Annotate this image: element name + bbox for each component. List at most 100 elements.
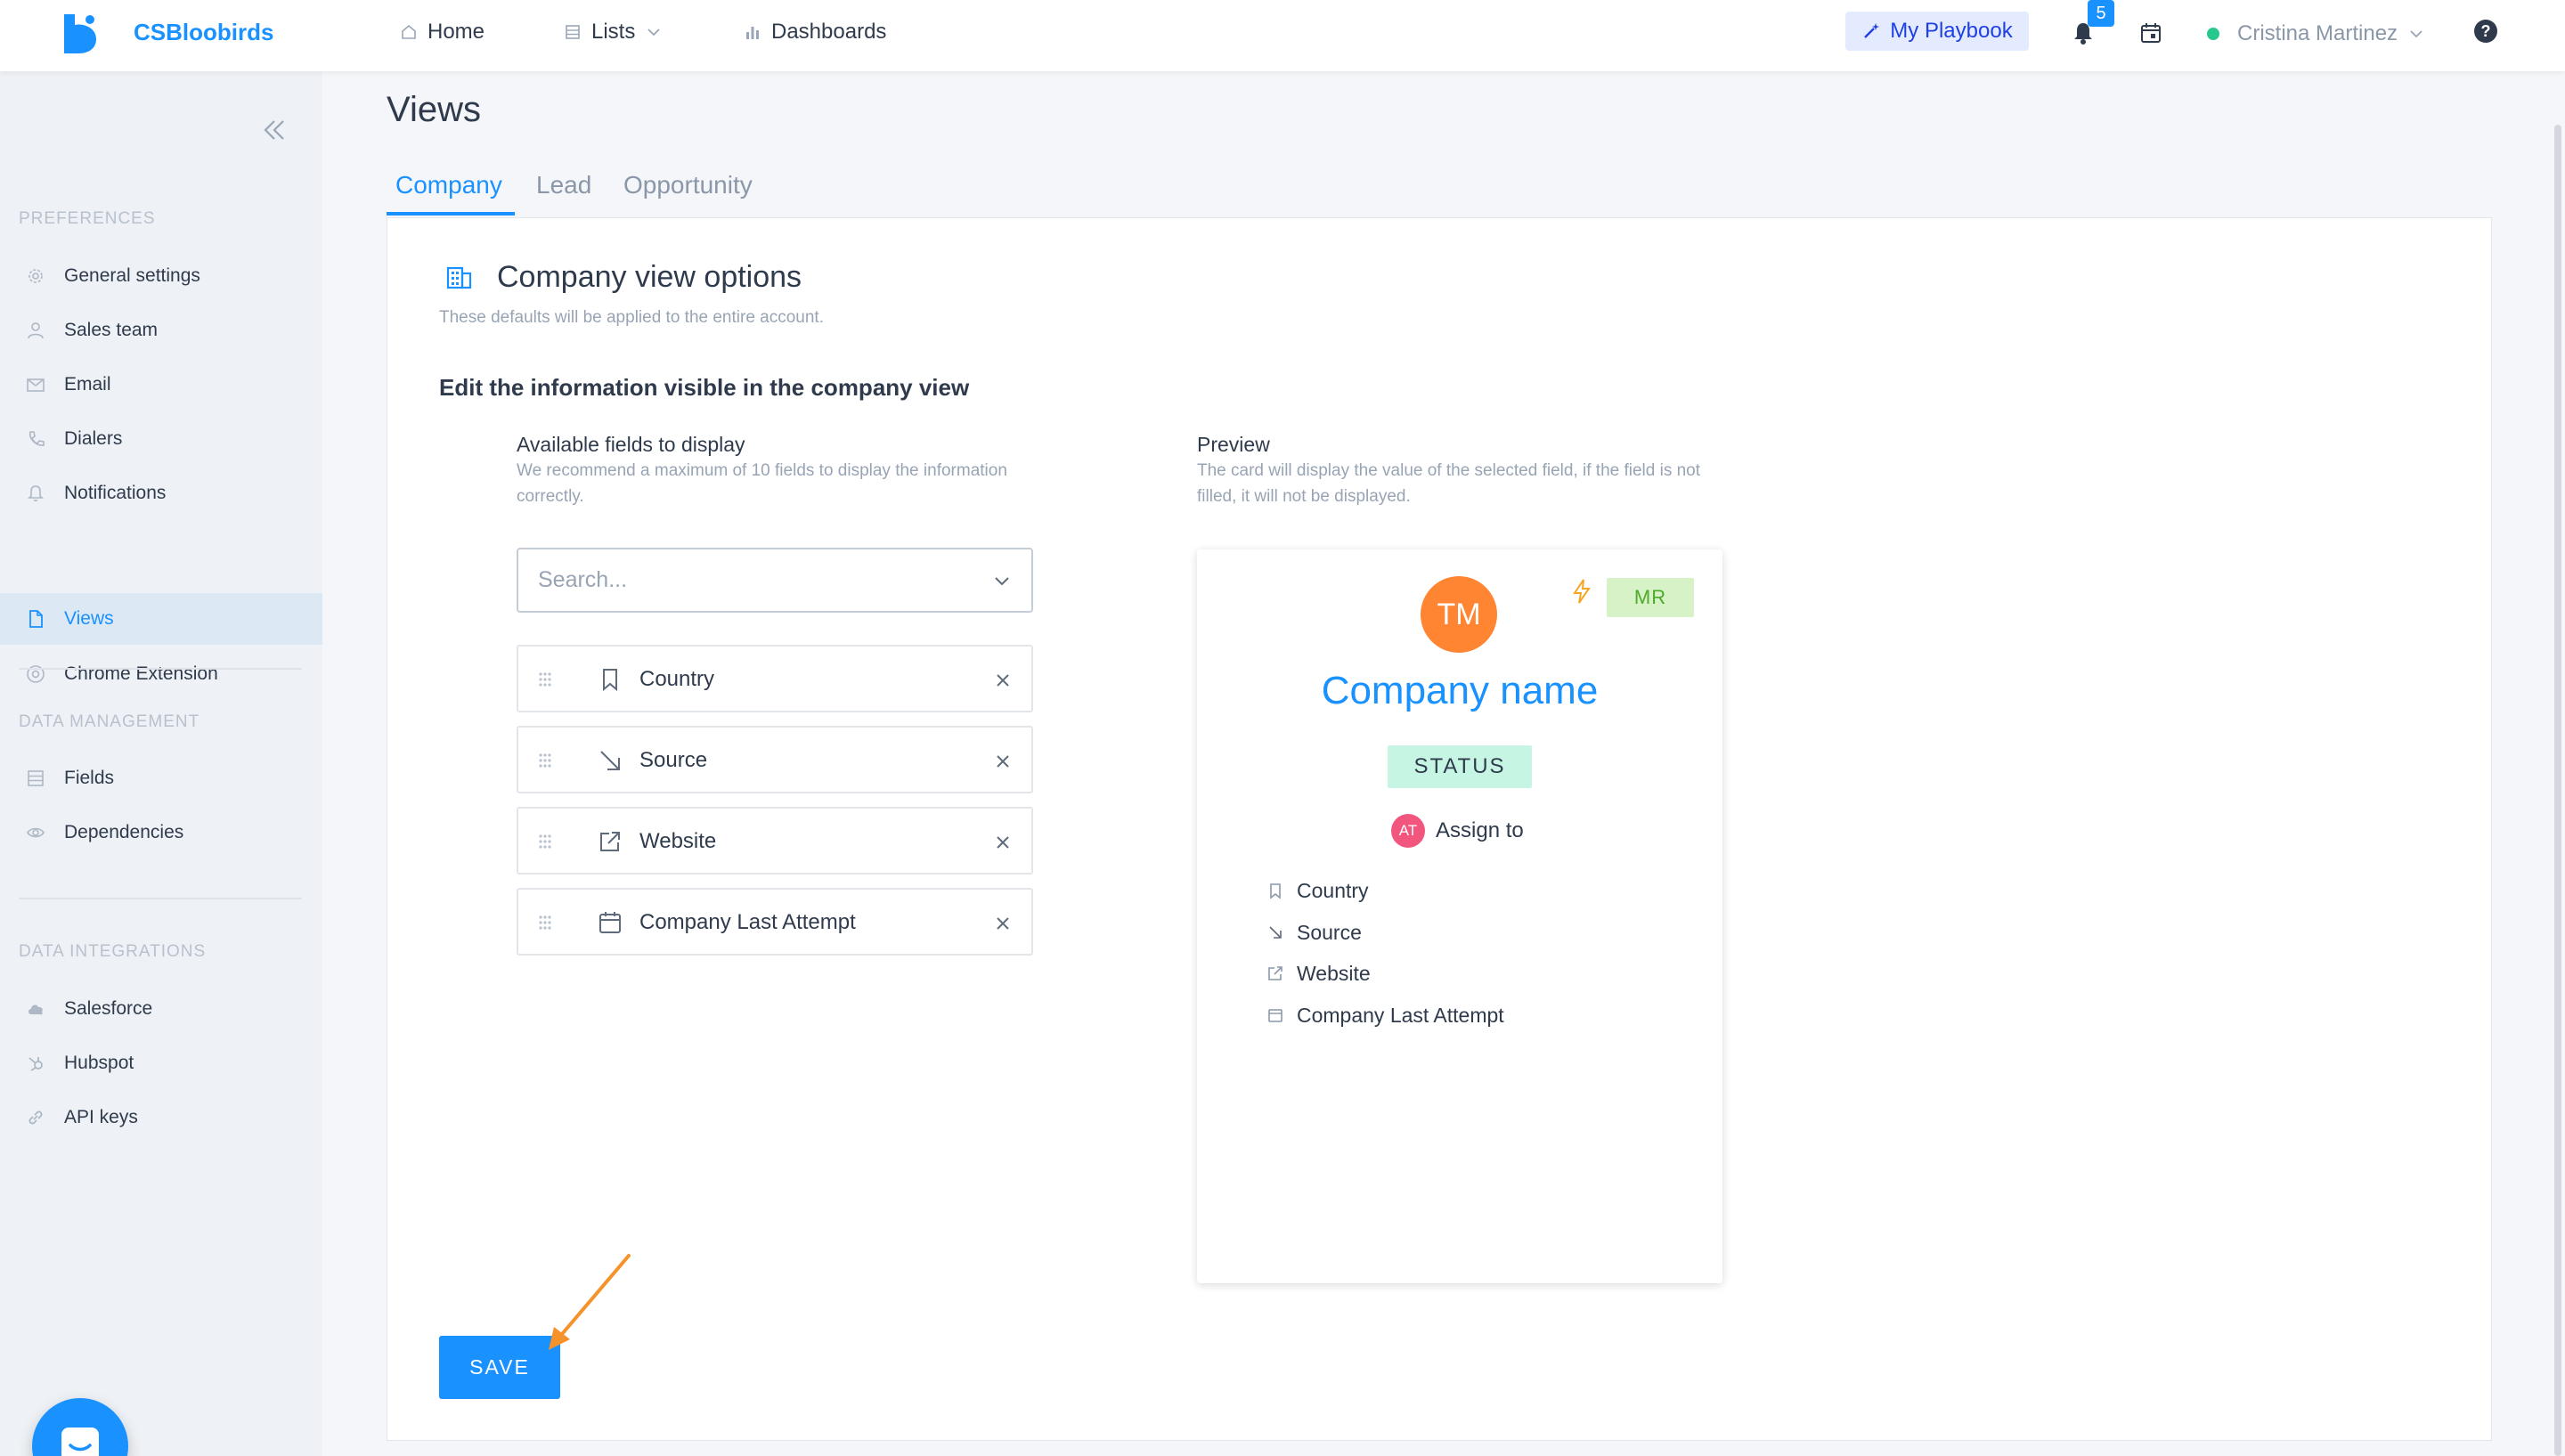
calendar-icon bbox=[599, 912, 621, 933]
sidebar-item-label: Fields bbox=[64, 768, 115, 788]
nav-dashboards[interactable]: Dashboards bbox=[743, 18, 886, 46]
hubspot-icon bbox=[25, 1053, 46, 1074]
remove-field-icon[interactable] bbox=[994, 834, 1012, 851]
assign-to-label: Assign to bbox=[1436, 818, 1524, 842]
sidebar-item-dialers[interactable]: Dialers bbox=[0, 413, 322, 465]
bookmark-icon bbox=[603, 669, 617, 692]
edit-section-title: Edit the information visible in the comp… bbox=[439, 374, 970, 401]
sidebar-divider bbox=[19, 898, 302, 899]
sidebar-item-label: General settings bbox=[64, 265, 200, 286]
sidebar-item-label: Sales team bbox=[64, 320, 159, 340]
preview-title: Preview bbox=[1197, 433, 1270, 456]
sidebar-item-views[interactable]: Views bbox=[0, 593, 322, 645]
user-name: Cristina Martinez bbox=[2237, 21, 2398, 45]
tab-company[interactable]: Company bbox=[387, 166, 515, 216]
cloud-icon bbox=[25, 998, 46, 1020]
nav-home[interactable]: Home bbox=[399, 18, 484, 46]
sidebar-item-label: Views bbox=[64, 608, 114, 629]
top-navigation-bar: CSBloobirds Home Lists Dashboards My Pla… bbox=[0, 0, 2565, 71]
chevron-down-icon bbox=[646, 24, 662, 40]
assign-to: AT Assign to bbox=[1391, 813, 1524, 849]
company-avatar: TM bbox=[1421, 576, 1497, 653]
arrow-down-right-icon bbox=[600, 751, 620, 770]
preview-field: Source bbox=[1266, 919, 1362, 946]
collapse-sidebar-icon[interactable] bbox=[260, 116, 289, 144]
sidebar-item-chrome-extension[interactable]: Chrome Extension bbox=[0, 648, 322, 700]
selected-field-row[interactable]: Source bbox=[517, 726, 1033, 793]
search-placeholder: Search... bbox=[538, 567, 628, 592]
drag-handle-icon[interactable] bbox=[538, 834, 552, 850]
tab-opportunity[interactable]: Opportunity bbox=[615, 166, 761, 216]
save-button[interactable]: SAVE bbox=[439, 1336, 560, 1399]
field-search-select[interactable]: Search... bbox=[517, 548, 1033, 613]
preview-field: Website bbox=[1266, 960, 1371, 987]
bloobirds-logo-icon[interactable] bbox=[61, 12, 100, 53]
eye-icon bbox=[25, 822, 46, 843]
chat-support-button[interactable] bbox=[32, 1398, 128, 1456]
preview-field-label: Source bbox=[1297, 920, 1362, 944]
remove-field-icon[interactable] bbox=[994, 671, 1012, 689]
selected-field-row[interactable]: Website bbox=[517, 807, 1033, 874]
sidebar-item-label: Notifications bbox=[64, 483, 167, 503]
sidebar-item-salesforce[interactable]: Salesforce bbox=[0, 983, 322, 1035]
drag-handle-icon[interactable] bbox=[538, 915, 552, 931]
page-title: Views bbox=[387, 90, 481, 129]
gear-icon bbox=[25, 265, 46, 287]
sidebar-item-notifications[interactable]: Notifications bbox=[0, 468, 322, 519]
my-playbook-label: My Playbook bbox=[1890, 19, 2013, 43]
selected-field-row[interactable]: Company Last Attempt bbox=[517, 888, 1033, 956]
bar-chart-icon bbox=[743, 22, 762, 42]
field-label: Country bbox=[639, 667, 715, 691]
status-badge: STATUS bbox=[1388, 745, 1532, 788]
annotation-arrow-icon bbox=[549, 1254, 631, 1350]
settings-sidebar: PREFERENCES General settings Sales team … bbox=[0, 71, 322, 1456]
link-icon bbox=[25, 1107, 46, 1128]
section-title-data-integrations: DATA INTEGRATIONS bbox=[19, 942, 207, 961]
field-label: Company Last Attempt bbox=[639, 910, 856, 934]
page-scrollbar[interactable] bbox=[2554, 125, 2561, 1456]
drag-handle-icon[interactable] bbox=[538, 752, 552, 769]
field-label: Source bbox=[639, 748, 708, 772]
section-title-preferences: PREFERENCES bbox=[19, 209, 156, 228]
home-icon bbox=[399, 22, 419, 42]
calendar-icon[interactable] bbox=[2139, 21, 2162, 45]
mail-icon bbox=[25, 374, 46, 395]
brand-name[interactable]: CSBloobirds bbox=[134, 19, 273, 45]
sidebar-item-general-settings[interactable]: General settings bbox=[0, 250, 322, 302]
help-icon[interactable]: ? bbox=[2474, 20, 2497, 43]
sidebar-item-fields[interactable]: Fields bbox=[0, 752, 322, 804]
sidebar-item-label: Dialers bbox=[64, 428, 123, 449]
available-fields-description: We recommend a maximum of 10 fields to d… bbox=[517, 461, 1007, 506]
my-playbook-button[interactable]: My Playbook bbox=[1845, 12, 2029, 51]
sidebar-item-dependencies[interactable]: Dependencies bbox=[0, 807, 322, 858]
tab-lead[interactable]: Lead bbox=[527, 166, 600, 216]
external-link-icon bbox=[1266, 964, 1284, 982]
preview-field-label: Company Last Attempt bbox=[1297, 1003, 1504, 1027]
drag-handle-icon[interactable] bbox=[538, 671, 552, 687]
sidebar-item-label: Salesforce bbox=[64, 998, 153, 1019]
calendar-icon bbox=[1266, 1006, 1284, 1024]
selected-field-row[interactable]: Country bbox=[517, 645, 1033, 712]
nav-lists-label: Lists bbox=[591, 20, 636, 44]
list-icon bbox=[25, 768, 46, 789]
sidebar-item-hubspot[interactable]: Hubspot bbox=[0, 1037, 322, 1089]
remove-field-icon[interactable] bbox=[994, 752, 1012, 770]
preview-field: Company Last Attempt bbox=[1266, 1002, 1504, 1029]
sidebar-item-label: Hubspot bbox=[64, 1053, 134, 1073]
nav-lists[interactable]: Lists bbox=[563, 18, 662, 46]
chevron-down-icon bbox=[2408, 26, 2424, 42]
chat-icon bbox=[61, 1428, 99, 1456]
sidebar-item-api-keys[interactable]: API keys bbox=[0, 1092, 322, 1143]
user-menu[interactable]: Cristina Martinez bbox=[2207, 20, 2424, 48]
sidebar-item-sales-team[interactable]: Sales team bbox=[0, 305, 322, 356]
lightning-icon bbox=[1573, 579, 1591, 604]
sidebar-item-email[interactable]: Email bbox=[0, 359, 322, 411]
section-title-data-management: DATA MANAGEMENT bbox=[19, 712, 200, 731]
chevron-down-icon bbox=[995, 577, 1009, 586]
company-card-preview: TM MR Company name STATUS AT Assign to C… bbox=[1197, 549, 1722, 1283]
company-name: Company name bbox=[1321, 669, 1599, 712]
remove-field-icon[interactable] bbox=[994, 915, 1012, 932]
available-fields-title: Available fields to display bbox=[517, 433, 745, 456]
phone-icon bbox=[25, 428, 46, 450]
field-label: Website bbox=[639, 829, 717, 853]
